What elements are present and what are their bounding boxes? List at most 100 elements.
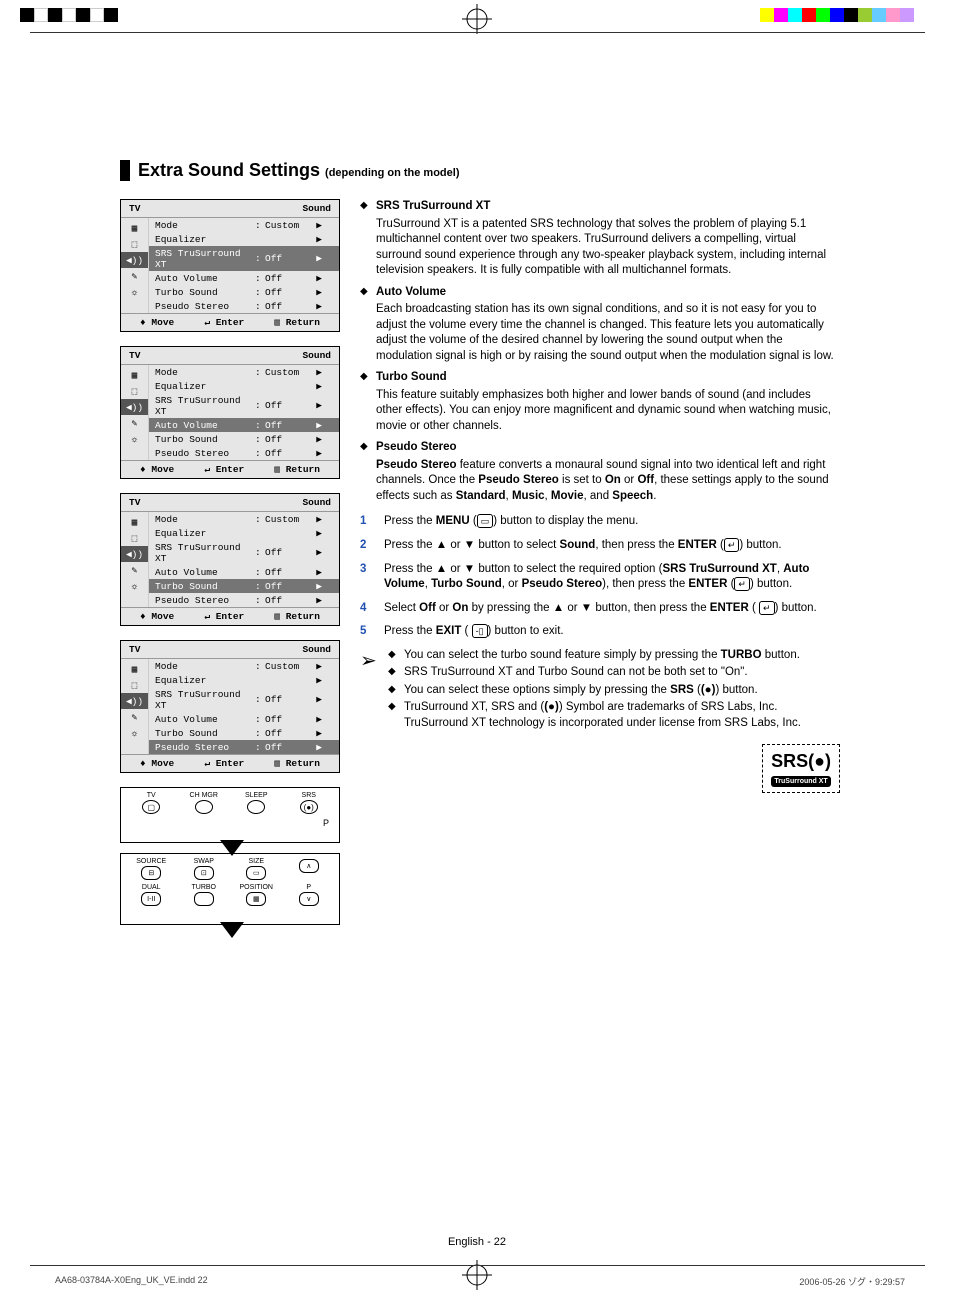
remote-diagram-1: TV▢CH MGRSLEEPSRS(●)P [120, 787, 340, 843]
osd-row-arrow-icon: ▶ [310, 234, 322, 245]
osd-row: Pseudo Stereo:Off▶ [149, 593, 339, 607]
osd-footer-enter: ↵ Enter [204, 611, 244, 622]
step-number: 1 [360, 514, 384, 530]
osd-row-value: Off [265, 400, 310, 411]
osd-row-label: Mode [155, 514, 255, 525]
osd-footer-enter: ↵ Enter [204, 464, 244, 475]
osd-row-label: Mode [155, 661, 255, 672]
title-sub: (depending on the model) [325, 167, 459, 179]
remote-button: SLEEP [230, 792, 283, 818]
osd-header-right: Sound [302, 203, 331, 214]
osd-row-arrow-icon: ▶ [310, 675, 322, 686]
input-icon: ⬚ [121, 677, 148, 693]
step-body: Press the EXIT ( -▯) button to exit. [384, 624, 840, 640]
osd-row-value: Custom [265, 514, 310, 525]
osd-row-arrow-icon: ▶ [310, 287, 322, 298]
osd-row-arrow-icon: ▶ [310, 661, 322, 672]
osd-row: Mode:Custom▶ [149, 218, 339, 232]
osd-row-value: Off [265, 567, 310, 578]
note-text: TruSurround XT, SRS and ((●)) Symbol are… [404, 700, 840, 731]
osd-row: Equalizer▶ [149, 673, 339, 687]
osd-row-value: Off [265, 714, 310, 725]
osd-footer-return: ▥ Return [274, 317, 320, 328]
crop-line-top [30, 32, 925, 33]
osd-row-label: Pseudo Stereo [155, 595, 255, 606]
step-body: Press the ▲ or ▼ button to select Sound,… [384, 538, 840, 554]
osd-row: Turbo Sound:Off▶ [149, 285, 339, 299]
osd-row-label: Mode [155, 220, 255, 231]
osd-row-arrow-icon: ▶ [310, 220, 322, 231]
picture-icon: ▦ [121, 367, 148, 383]
step-row: 2Press the ▲ or ▼ button to select Sound… [360, 538, 840, 554]
remote-button: P∨ [283, 884, 336, 910]
sound-icon: ◀)) [121, 399, 148, 415]
setup-icon: ✎ [121, 415, 148, 431]
osd-row: Equalizer▶ [149, 232, 339, 246]
sound-icon: ◀)) [121, 252, 148, 268]
remote-button: SWAP⊡ [178, 858, 231, 884]
note-text: You can select these options simply by p… [404, 683, 840, 699]
osd-row-arrow-icon: ▶ [310, 301, 322, 312]
osd-row-arrow-icon: ▶ [310, 728, 322, 739]
osd-row-arrow-icon: ▶ [310, 253, 322, 264]
osd-row-label: Equalizer [155, 381, 255, 392]
osd-row-label: Auto Volume [155, 273, 255, 284]
picture-icon: ▦ [121, 514, 148, 530]
osd-row: SRS TruSurround XT:Off▶ [149, 540, 339, 565]
osd-row-label: Turbo Sound [155, 287, 255, 298]
osd-row: Mode:Custom▶ [149, 512, 339, 526]
osd-footer-return: ▥ Return [274, 758, 320, 769]
section-title: SRS TruSurround XT [376, 199, 840, 215]
osd-header-left: TV [129, 203, 140, 214]
osd-row: Pseudo Stereo:Off▶ [149, 299, 339, 313]
section-item: ◆Pseudo StereoPseudo Stereo feature conv… [360, 440, 840, 504]
osd-row: SRS TruSurround XT:Off▶ [149, 246, 339, 271]
osd-row-arrow-icon: ▶ [310, 434, 322, 445]
osd-row-arrow-icon: ▶ [310, 381, 322, 392]
remote-button: TV▢ [125, 792, 178, 818]
osd-row-arrow-icon: ▶ [310, 581, 322, 592]
imprint-file: AA68-03784A-X0Eng_UK_VE.indd 22 [55, 1275, 208, 1288]
input-icon: ⬚ [121, 383, 148, 399]
step-number: 4 [360, 601, 384, 617]
osd-row: Turbo Sound:Off▶ [149, 726, 339, 740]
osd-row-arrow-icon: ▶ [310, 400, 322, 411]
osd-row-value: Off [265, 301, 310, 312]
osd-footer-move: ♦ Move [140, 611, 174, 622]
color-bar-right [760, 8, 914, 22]
remote-button: SIZE▭ [230, 858, 283, 884]
step-number: 2 [360, 538, 384, 554]
picture-icon: ▦ [121, 661, 148, 677]
color-bar-left [20, 8, 118, 22]
osd-row: SRS TruSurround XT:Off▶ [149, 687, 339, 712]
remote-button: ∧ [283, 858, 336, 884]
osd-row-arrow-icon: ▶ [310, 273, 322, 284]
remote-button: POSITION▦ [230, 884, 283, 910]
note-item: ◆SRS TruSurround XT and Turbo Sound can … [388, 665, 840, 681]
sound-icon: ◀)) [121, 546, 148, 562]
osd-row-label: Pseudo Stereo [155, 301, 255, 312]
osd-row-arrow-icon: ▶ [310, 595, 322, 606]
note-item: ◆You can select the turbo sound feature … [388, 648, 840, 664]
left-column: TVSound▦⬚◀))✎☼Mode:Custom▶Equalizer▶SRS … [120, 199, 340, 935]
remote-button: SOURCE⊟ [125, 858, 178, 884]
osd-row-value: Off [265, 742, 310, 753]
osd-row-label: SRS TruSurround XT [155, 542, 255, 564]
osd-row-arrow-icon: ▶ [310, 714, 322, 725]
gear-icon: ☼ [121, 284, 148, 300]
diamond-icon: ◆ [360, 370, 376, 434]
crop-line-bottom [30, 1265, 925, 1266]
srs-logo: SRS(●) TruSurround XT [762, 744, 840, 794]
osd-header-right: Sound [302, 497, 331, 508]
osd-screenshot: TVSound▦⬚◀))✎☼Mode:Custom▶Equalizer▶SRS … [120, 640, 340, 773]
sound-icon: ◀)) [121, 693, 148, 709]
note-item: ◆You can select these options simply by … [388, 683, 840, 699]
step-body: Press the MENU (▭) button to display the… [384, 514, 840, 530]
osd-row: SRS TruSurround XT:Off▶ [149, 393, 339, 418]
osd-row: Pseudo Stereo:Off▶ [149, 740, 339, 754]
page-title: Extra Sound Settings (depending on the m… [120, 160, 840, 181]
input-icon: ⬚ [121, 530, 148, 546]
osd-row-label: Turbo Sound [155, 434, 255, 445]
osd-row-arrow-icon: ▶ [310, 742, 322, 753]
page-content: Extra Sound Settings (depending on the m… [120, 160, 840, 935]
